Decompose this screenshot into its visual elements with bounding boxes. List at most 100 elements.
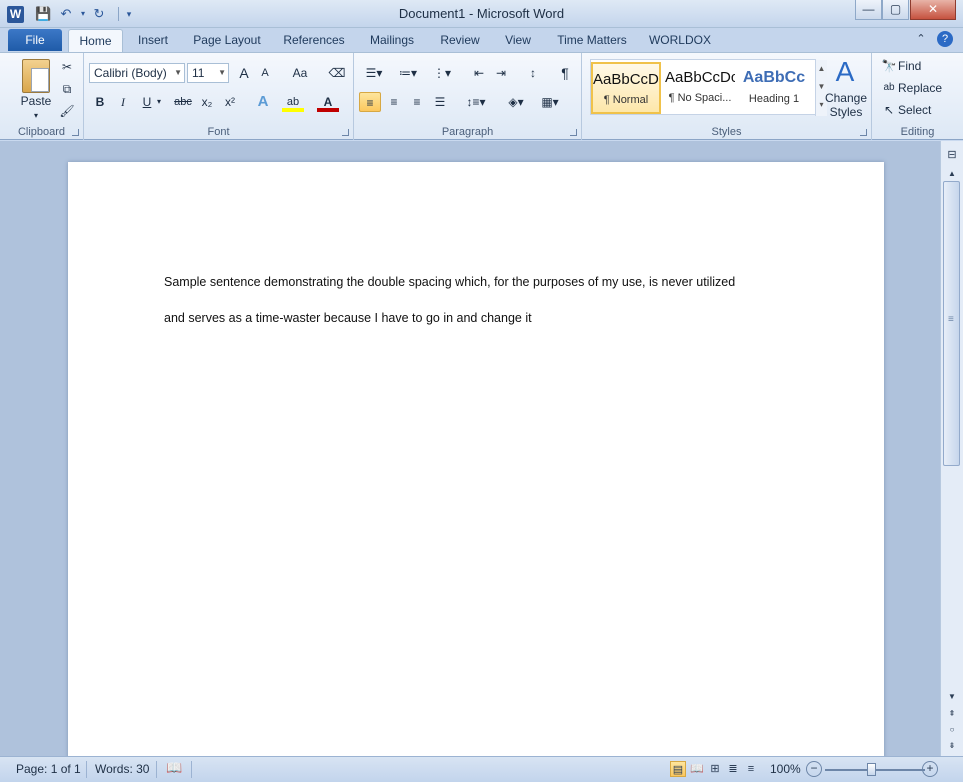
paste-icon[interactable] [22,59,50,93]
view-ruler-icon[interactable]: ⊟ [944,148,960,164]
style-no-spacing[interactable]: AaBbCcDc ¶ No Spaci... [665,62,735,114]
font-size-select[interactable]: 11 ▼ [187,63,229,83]
change-case-button[interactable]: Aa [286,63,314,83]
editing-group-label: Editing [900,126,935,138]
next-page-icon[interactable]: ⇟ [943,739,961,753]
scroll-down-icon[interactable]: ▼ [943,690,961,704]
align-center-icon[interactable]: ≡ [383,92,405,112]
align-right-icon[interactable]: ≡ [406,92,428,112]
window-title: Document1 - Microsoft Word [398,6,565,21]
font-launcher-icon[interactable] [342,129,349,136]
word-count[interactable]: Words: 30 [95,762,149,776]
strikethrough-button[interactable]: abc [170,92,196,112]
zoom-slider-thumb[interactable] [867,763,876,776]
tab-file[interactable]: File [8,29,62,51]
select-button[interactable]: Select [898,100,948,120]
change-styles-icon[interactable]: A [828,57,862,87]
font-family-value: Calibri (Body) [94,66,167,80]
tab-insert[interactable]: Insert [130,29,176,52]
tab-view[interactable]: View [498,29,538,52]
replace-icon[interactable]: ab [878,78,900,98]
zoom-in-icon[interactable]: + [922,761,938,777]
previous-page-icon[interactable]: ⇞ [943,707,961,721]
tab-page-layout[interactable]: Page Layout [189,29,265,52]
maximize-button[interactable]: ▢ [882,0,909,20]
outline-icon[interactable]: ≣ [725,761,741,777]
find-icon[interactable]: 🔭 [878,56,900,76]
decrease-indent-icon[interactable]: ⇤ [468,63,490,83]
shading-icon[interactable]: ◈▾ [502,92,530,112]
minimize-ribbon-icon[interactable]: ⌃ [913,31,929,47]
proofing-icon[interactable]: 📖 [166,760,182,776]
editing-group: 🔭 Find ab Replace ↖ Select Editing [872,53,963,140]
numbering-icon[interactable]: ≔▾ [394,63,422,83]
change-styles-label-2[interactable]: Styles [822,105,870,119]
find-button[interactable]: Find [898,56,948,76]
tab-time-matters[interactable]: Time Matters [552,29,632,52]
paragraph-launcher-icon[interactable] [570,129,577,136]
document-body[interactable]: Sample sentence demonstrating the double… [164,264,804,336]
status-divider [156,761,157,778]
zoom-level[interactable]: 100% [770,762,801,776]
sort-icon[interactable]: ↕ [522,63,544,83]
page-count[interactable]: Page: 1 of 1 [16,762,81,776]
text-effects-button[interactable]: A [252,92,274,112]
line-spacing-icon[interactable]: ↕≡▾ [462,92,490,112]
tab-references[interactable]: References [278,29,350,52]
web-layout-icon[interactable]: ⊞ [707,761,723,777]
increase-indent-icon[interactable]: ⇥ [490,63,512,83]
minimize-button[interactable]: — [855,0,882,20]
grow-font-button[interactable]: A [233,63,255,83]
align-left-icon[interactable]: ≡ [359,92,381,112]
styles-launcher-icon[interactable] [860,129,867,136]
styles-gallery: AaBbCcDc ¶ Normal AaBbCcDc ¶ No Spaci...… [590,59,827,116]
full-screen-reading-icon[interactable]: 📖 [689,761,705,777]
draft-icon[interactable]: ≡ [743,761,759,777]
tab-mailings[interactable]: Mailings [362,29,422,52]
document-page[interactable]: Sample sentence demonstrating the double… [68,162,884,756]
browse-object-icon[interactable]: ○ [943,723,961,737]
style-normal[interactable]: AaBbCcDc ¶ Normal [591,62,661,114]
tab-worldox[interactable]: WORLDOX [645,29,715,52]
shrink-font-button[interactable]: A [254,63,276,83]
tab-home[interactable]: Home [68,29,123,52]
clipboard-launcher-icon[interactable] [72,129,79,136]
style-heading-1[interactable]: AaBbCc Heading 1 [739,62,809,114]
status-bar: Page: 1 of 1 Words: 30 📖 ▤ 📖 ⊞ ≣ ≡ 100% … [0,756,963,782]
clear-formatting-icon[interactable]: ⌫ [326,63,348,83]
change-styles-label-1[interactable]: Change [822,91,870,105]
paste-dropdown-icon[interactable]: ▾ [30,106,42,126]
italic-button[interactable]: I [112,92,134,112]
borders-icon[interactable]: ▦▾ [536,92,564,112]
clipboard-group-label: Clipboard [17,126,66,138]
cut-icon[interactable]: ✂ [56,57,78,77]
justify-icon[interactable]: ☰ [429,92,451,112]
help-icon[interactable]: ? [937,31,953,47]
underline-dropdown-icon[interactable]: ▾ [154,92,164,112]
scroll-thumb[interactable] [943,181,960,466]
scroll-up-icon[interactable]: ▲ [943,167,961,181]
style-heading-1-label: Heading 1 [748,93,800,105]
bullets-icon[interactable]: ☰▾ [360,63,388,83]
styles-group-label: Styles [711,126,742,138]
bold-button[interactable]: B [89,92,111,112]
show-marks-button[interactable]: ¶ [554,63,576,83]
print-layout-icon[interactable]: ▤ [670,761,686,777]
format-painter-icon[interactable]: 🖌 [56,101,78,121]
font-group-label: Font [207,126,230,138]
tab-review[interactable]: Review [434,29,486,52]
superscript-button[interactable]: x² [219,92,241,112]
close-button[interactable]: ✕ [910,0,956,20]
ribbon-tabs: File Home Insert Page Layout References … [0,28,963,52]
zoom-out-icon[interactable]: − [806,761,822,777]
document-line-1: Sample sentence demonstrating the double… [164,275,736,289]
font-family-select[interactable]: Calibri (Body) ▼ [89,63,185,83]
copy-icon[interactable]: ⧉ [56,79,78,99]
select-icon[interactable]: ↖ [878,100,900,120]
replace-button[interactable]: Replace [898,78,948,98]
subscript-button[interactable]: x₂ [196,92,218,112]
vertical-scrollbar[interactable]: ⊟ ▲ ▼ ⇞ ○ ⇟ [940,141,963,756]
highlight-button[interactable]: ab [282,92,304,112]
multilevel-list-icon[interactable]: ⋮▾ [428,63,456,83]
font-color-button[interactable]: A [317,92,339,112]
